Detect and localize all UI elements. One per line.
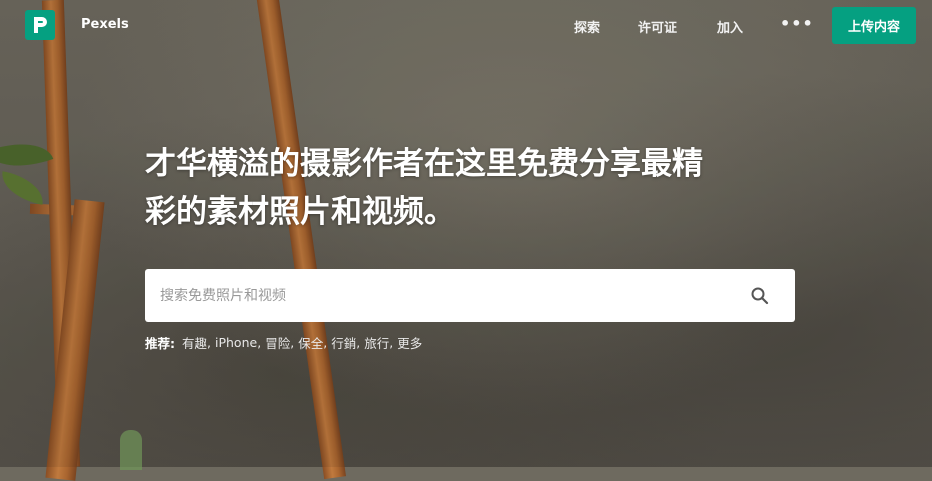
hero-title: 才华横溢的摄影作者在这里免费分享最精 彩的素材照片和视频。: [145, 140, 805, 236]
top-navbar: Pexels 探索 许可证 加入 ••• 上传内容: [0, 0, 932, 50]
suggestion-link[interactable]: 冒险: [265, 333, 290, 352]
more-menu-icon[interactable]: •••: [780, 14, 814, 33]
suggestion-link[interactable]: 行銷: [331, 333, 356, 352]
upload-button[interactable]: 上传内容: [832, 7, 916, 44]
hero-title-line2: 彩的素材照片和视频。: [145, 194, 455, 230]
suggestions-label: 推荐:: [145, 336, 175, 351]
hero-title-line1: 才华横溢的摄影作者在这里免费分享最精: [145, 146, 703, 182]
search-bar: [145, 269, 795, 322]
suggestion-link[interactable]: 旅行: [364, 333, 389, 352]
search-icon[interactable]: [750, 286, 770, 306]
search-input[interactable]: [145, 269, 735, 322]
nav-join[interactable]: 加入: [717, 17, 743, 36]
brand-name[interactable]: Pexels: [81, 17, 129, 32]
suggestion-link[interactable]: iPhone: [215, 335, 257, 350]
suggestion-more-link[interactable]: 更多: [397, 333, 422, 352]
nav-explore[interactable]: 探索: [574, 17, 600, 36]
suggested-searches: 推荐: 有趣, iPhone, 冒险, 保全, 行銷, 旅行, 更多: [145, 333, 423, 352]
pexels-logo-icon[interactable]: [25, 10, 55, 40]
logo-p-icon: [34, 17, 47, 33]
nav-license[interactable]: 许可证: [638, 17, 677, 36]
suggestion-link[interactable]: 有趣: [182, 333, 207, 352]
suggestion-link[interactable]: 保全: [298, 333, 323, 352]
